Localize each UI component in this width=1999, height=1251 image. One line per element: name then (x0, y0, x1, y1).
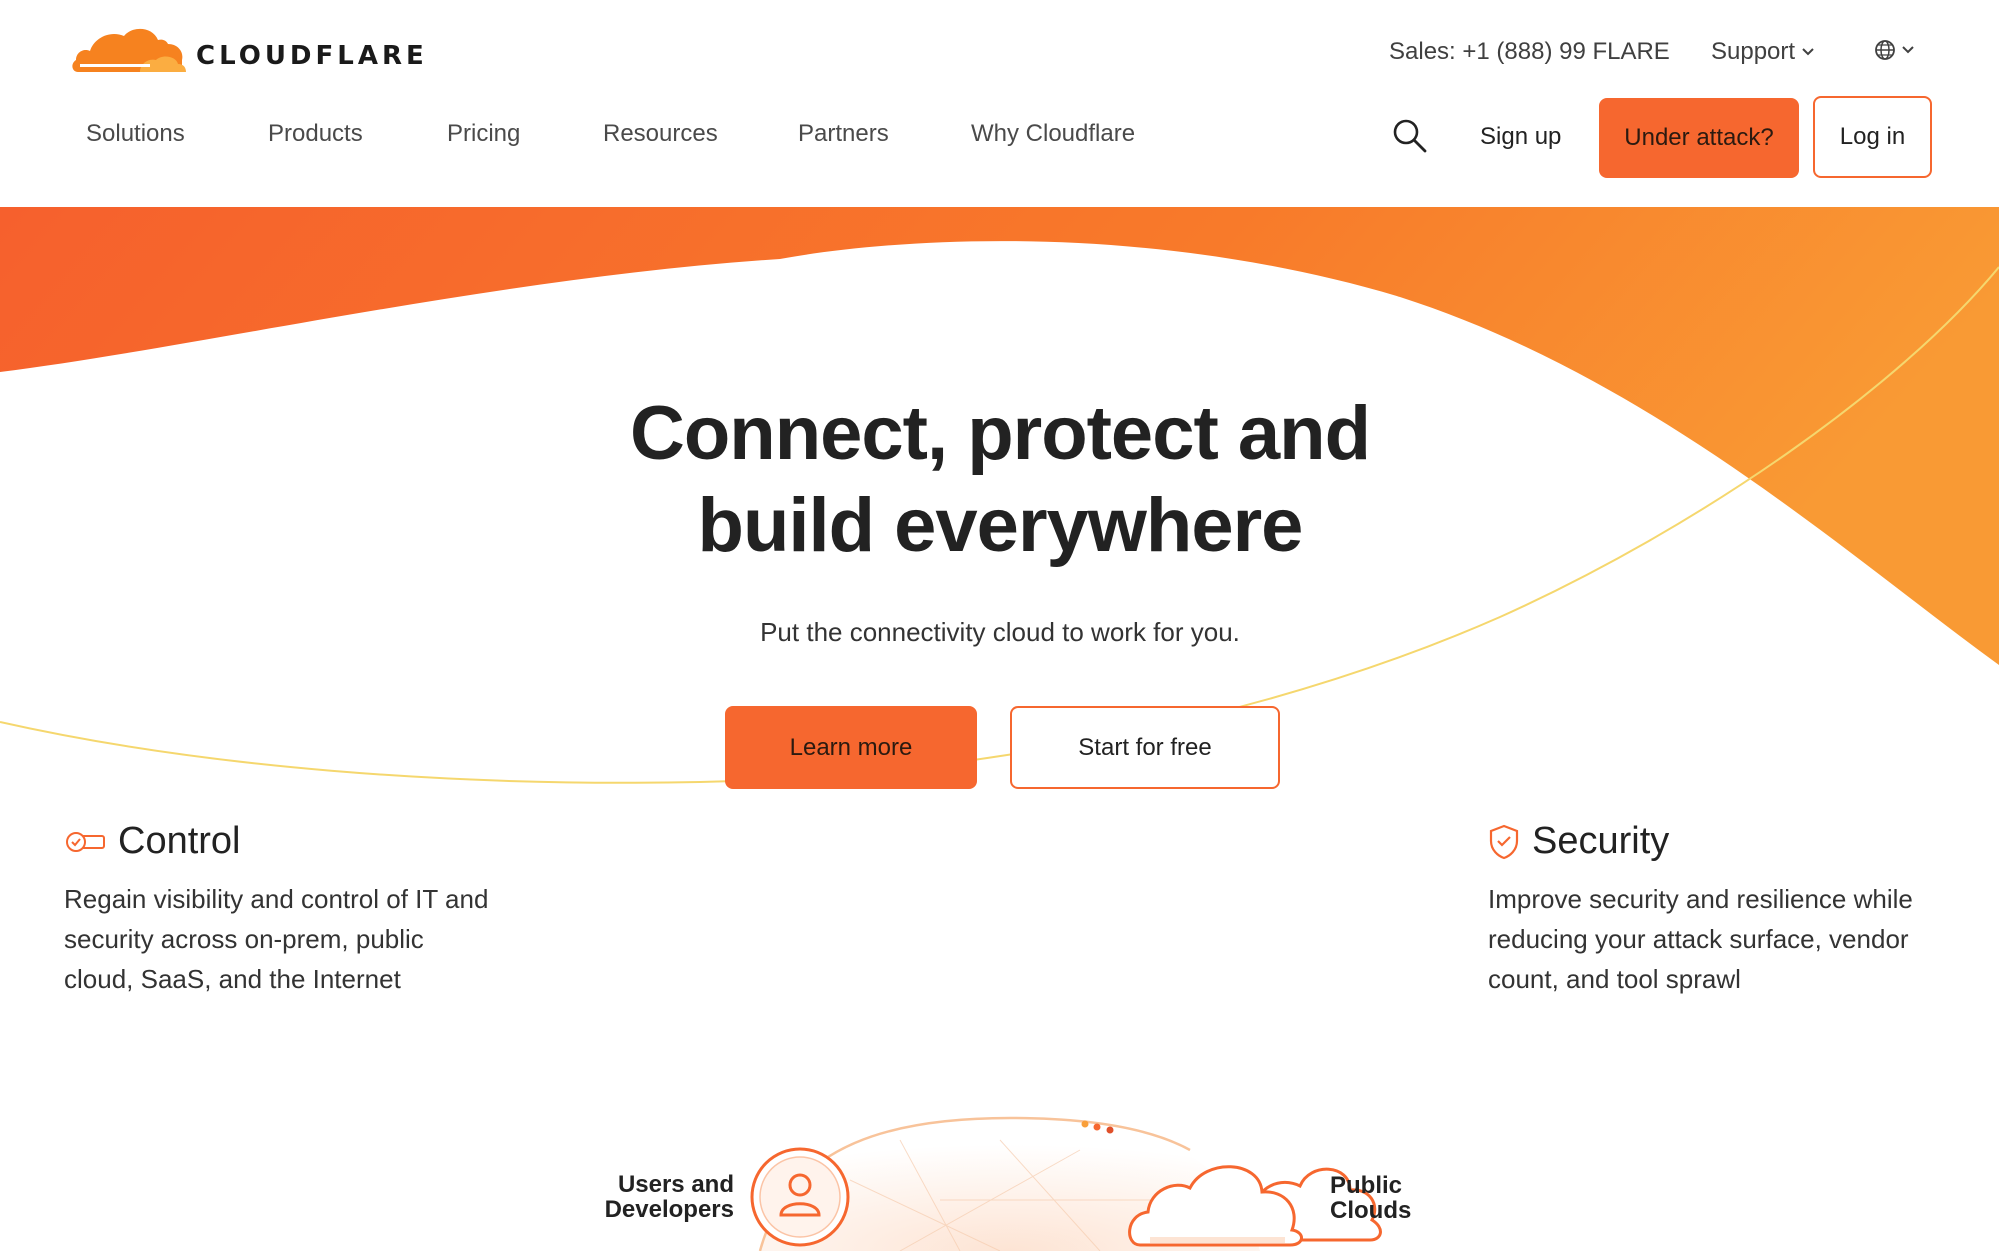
language-selector[interactable] (1873, 38, 1915, 62)
globe-icon (1875, 40, 1895, 60)
users-label-line-1: Users and (617, 1171, 734, 1198)
connection-dot (1081, 1120, 1089, 1128)
connection-dot (1093, 1123, 1101, 1131)
cloudflare-logo[interactable]: CLOUDFLARE (70, 20, 428, 76)
support-menu[interactable]: Support (1711, 38, 1815, 66)
shield-check-icon (1489, 824, 1519, 859)
start-for-free-button[interactable]: Start for free (1010, 706, 1280, 789)
description-line: Regain visibility and control of IT and (64, 884, 489, 914)
nav-resources[interactable]: Resources (603, 120, 718, 148)
cloud-logo-icon (72, 28, 186, 72)
sales-phone-link[interactable]: Sales: +1 (888) 99 FLARE (1389, 38, 1670, 66)
description-line: security across on-prem, public (64, 924, 424, 954)
diagram-clouds-label: Public Clouds (1330, 1173, 1450, 1223)
description-line: cloud, SaaS, and the Internet (64, 964, 401, 994)
log-in-button[interactable]: Log in (1813, 96, 1932, 178)
feature-security-title: Security (1532, 820, 1670, 862)
hero-subtitle: Put the connectivity cloud to work for y… (760, 617, 1240, 647)
site-header: CLOUDFLARE Sales: +1 (888) 99 FLARE Supp… (0, 0, 1999, 207)
under-attack-button[interactable]: Under attack? (1599, 98, 1799, 178)
feature-security-header: Security (1488, 820, 1958, 863)
clouds-label-line-2: Clouds (1330, 1197, 1412, 1224)
chevron-down-icon (1802, 48, 1814, 56)
toggle-icon (66, 831, 105, 852)
hero-title-line-1: Connect, protect and (629, 391, 1371, 476)
connectivity-diagram (750, 1116, 1382, 1251)
description-line: Improve security and resilience while (1488, 884, 1913, 914)
support-label: Support (1711, 38, 1796, 65)
feature-control-description: Regain visibility and control of IT and … (64, 879, 534, 999)
nav-pricing[interactable]: Pricing (447, 120, 520, 148)
nav-products[interactable]: Products (268, 120, 363, 148)
feature-security-description: Improve security and resilience while re… (1488, 879, 1958, 999)
feature-control-title: Control (118, 820, 241, 862)
feature-control-header: Control (64, 820, 534, 863)
search-icon[interactable] (1390, 116, 1430, 156)
sign-up-link[interactable]: Sign up (1480, 123, 1561, 151)
hero-title-line-2: build everywhere (697, 483, 1304, 568)
connection-dot (1106, 1126, 1114, 1134)
user-icon (750, 1147, 850, 1247)
description-line: reducing your attack surface, vendor (1488, 924, 1909, 954)
feature-security: Security Improve security and resilience… (1488, 820, 1958, 999)
chevron-down-icon (1902, 46, 1914, 54)
users-label-line-2: Developers (604, 1196, 734, 1223)
nav-partners[interactable]: Partners (798, 120, 889, 148)
clouds-label-line-1: Public (1330, 1172, 1403, 1199)
hero-title: Connect, protect and build everywhere (500, 388, 1500, 572)
learn-more-button[interactable]: Learn more (725, 706, 977, 789)
logo-wordmark: CLOUDFLARE (196, 41, 428, 71)
diagram-users-label: Users and Developers (590, 1172, 734, 1222)
nav-why-cloudflare[interactable]: Why Cloudflare (971, 120, 1135, 148)
nav-solutions[interactable]: Solutions (86, 120, 185, 148)
description-line: count, and tool sprawl (1488, 964, 1741, 994)
feature-control: Control Regain visibility and control of… (64, 820, 534, 999)
